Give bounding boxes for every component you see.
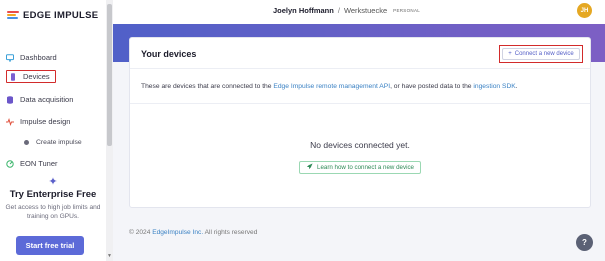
divider — [130, 103, 590, 104]
topbar: Joelyn Hoffmann / Werkstuecke PERSONAL — [113, 0, 605, 24]
ingestion-sdk-link[interactable]: ingestion SDK — [473, 83, 515, 90]
rocket-icon — [306, 163, 313, 172]
sidebar-item-eon-tuner[interactable]: EON Tuner — [6, 157, 58, 170]
sparkle-icon: ✦ — [48, 176, 58, 188]
promo-subtitle: Get access to high job limits and traini… — [5, 204, 101, 220]
sidebar-scroll-thumb[interactable] — [107, 4, 112, 146]
monitor-icon — [6, 53, 14, 62]
breadcrumb-separator: / — [337, 6, 340, 15]
sidebar-item-dashboard[interactable]: Dashboard — [6, 51, 57, 64]
sidebar-item-label: Create impulse — [36, 139, 82, 146]
learn-connect-device-button[interactable]: Learn how to connect a new device — [299, 161, 421, 174]
sidebar-item-label: EON Tuner — [20, 159, 58, 168]
connect-device-button[interactable]: + Connect a new device — [502, 48, 580, 60]
empty-state-text: No devices connected yet. — [310, 140, 410, 150]
breadcrumb-user[interactable]: Joelyn Hoffmann — [273, 6, 334, 15]
user-avatar[interactable]: JH — [577, 3, 592, 18]
breadcrumb-project[interactable]: Werkstuecke — [344, 6, 387, 15]
enterprise-promo: ✦ Try Enterprise Free Get access to high… — [0, 175, 106, 221]
connect-device-label: Connect a new device — [514, 51, 574, 57]
sidebar-item-devices[interactable]: Devices — [6, 70, 56, 83]
description-text: . — [515, 83, 518, 90]
devices-card: Your devices + Connect a new device Thes… — [129, 37, 591, 208]
help-icon[interactable]: ? — [576, 234, 593, 251]
company-link[interactable]: EdgeImpulse Inc. — [152, 229, 203, 236]
description-text: , or have posted data to the — [390, 83, 474, 90]
sidebar-item-impulse-design[interactable]: Impulse design — [6, 115, 70, 128]
remote-management-api-link[interactable]: Edge Impulse remote management API — [273, 83, 390, 90]
database-icon — [6, 95, 14, 104]
sidebar: EDGE IMPULSE Dashboard Devices Data acqu… — [0, 0, 113, 261]
copyright-text: © 2024 — [129, 229, 153, 236]
sidebar-item-create-impulse[interactable]: Create impulse — [24, 139, 82, 146]
sidebar-item-label: Impulse design — [20, 117, 71, 126]
waveform-icon — [6, 117, 14, 126]
bullet-icon — [24, 140, 29, 145]
plus-icon: + — [508, 51, 512, 57]
connect-device-highlight: + Connect a new device — [499, 45, 583, 63]
card-header: Your devices + Connect a new device — [130, 38, 590, 69]
description-text: These are devices that are connected to … — [141, 83, 274, 90]
brand-logo[interactable]: EDGE IMPULSE — [7, 10, 98, 21]
project-badge: PERSONAL — [393, 8, 421, 13]
logo-icon — [7, 11, 19, 20]
devices-description: These are devices that are connected to … — [141, 83, 518, 90]
device-icon — [9, 72, 17, 81]
breadcrumb: Joelyn Hoffmann / Werkstuecke PERSONAL — [273, 6, 420, 15]
promo-title: Try Enterprise Free — [9, 189, 97, 200]
tuner-icon — [6, 159, 14, 168]
card-title: Your devices — [141, 49, 197, 59]
sidebar-item-label: Dashboard — [20, 53, 57, 62]
sidebar-item-label: Devices — [23, 72, 50, 81]
footer: © 2024 EdgeImpulse Inc. All rights reser… — [129, 229, 257, 236]
brand-name: EDGE IMPULSE — [23, 10, 99, 21]
copyright-text: All rights reserved — [203, 229, 258, 236]
scroll-down-icon[interactable]: ▼ — [107, 253, 112, 259]
sidebar-item-data-acquisition[interactable]: Data acquisition — [6, 93, 73, 106]
learn-connect-label: Learn how to connect a new device — [317, 164, 414, 171]
start-free-trial-button[interactable]: Start free trial — [16, 236, 84, 255]
sidebar-item-label: Data acquisition — [20, 95, 74, 104]
